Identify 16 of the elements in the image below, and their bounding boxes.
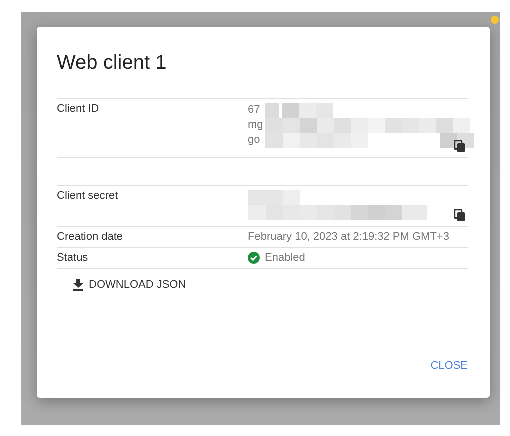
field-value: mg: [248, 119, 264, 131]
close-button[interactable]: CLOSE: [430, 358, 468, 374]
status-value: Enabled: [265, 252, 306, 264]
field-label: Status: [57, 252, 90, 264]
copy-icon[interactable]: [454, 140, 466, 153]
field-value: go: [248, 134, 260, 146]
dialog-title: Web client 1: [57, 51, 168, 76]
notification-dot: [491, 16, 499, 24]
download-json-button[interactable]: DOWNLOAD JSON: [71, 277, 188, 293]
field-value: February 10, 2023 at 2:19:32 PM GMT+3: [248, 231, 450, 243]
field-label: Client secret: [57, 190, 120, 202]
field-label: Client ID: [57, 103, 100, 115]
copy-icon[interactable]: [454, 209, 466, 222]
download-icon: [73, 279, 84, 291]
field-value: 67: [248, 104, 260, 116]
field-label: Creation date: [57, 231, 124, 243]
